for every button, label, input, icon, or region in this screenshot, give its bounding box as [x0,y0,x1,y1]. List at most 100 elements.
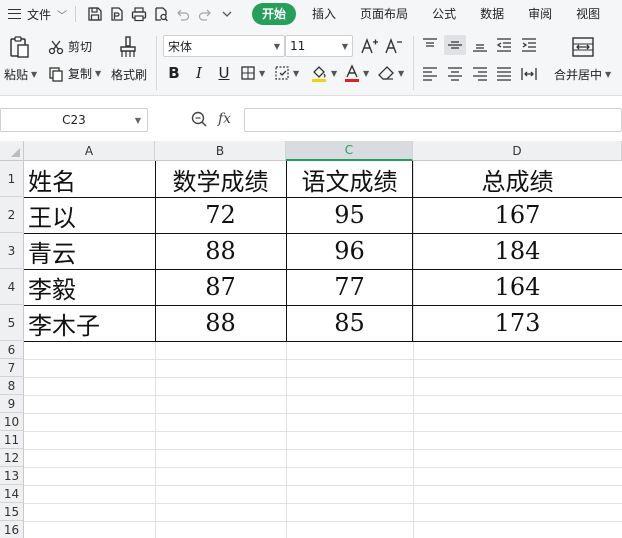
cut-button[interactable]: 剪切 [48,38,92,55]
name-box[interactable]: C23 ▼ [0,108,148,132]
row-header[interactable]: 16 [0,521,24,538]
increase-font-size-button[interactable] [359,35,381,57]
tab-page-layout[interactable]: 页面布局 [348,0,420,28]
align-top-button[interactable] [421,37,439,53]
paste-menu[interactable]: 粘贴 ▼ [4,66,37,83]
cell-a1[interactable]: 姓名 [24,161,155,197]
font-size-select[interactable]: 11 ▼ [285,35,353,57]
cell-d1[interactable]: 总成绩 [413,161,622,197]
fill-color-button[interactable]: ▼ [310,64,337,82]
gridline [24,485,622,486]
cell-d5[interactable]: 173 [413,305,622,341]
borders-button[interactable]: ▼ [240,65,265,81]
merge-center-label: 合并居中 [554,68,603,82]
row-header[interactable]: 12 [0,449,24,467]
ribbon-tabs: 开始 插入 页面布局 公式 数据 审阅 视图 [252,0,612,28]
zoom-icon[interactable] [190,110,208,128]
cell-a2[interactable]: 王以 [24,197,155,233]
cell-c4[interactable]: 77 [286,269,413,305]
tab-insert[interactable]: 插入 [300,0,348,28]
column-header-a[interactable]: A [24,141,155,161]
distributed-align-button[interactable] [520,66,538,82]
save-button[interactable] [84,3,106,25]
undo-button[interactable] [172,3,194,25]
row-header[interactable]: 7 [0,359,24,377]
tab-home[interactable]: 开始 [252,3,297,25]
cell-style-button[interactable]: ▼ [274,65,299,81]
format-painter-button[interactable] [118,34,140,60]
customize-toolbar-button[interactable] [216,3,238,25]
table-border [155,161,156,342]
cell-c5[interactable]: 85 [286,305,413,341]
ribbon-divider [156,36,157,90]
print-button[interactable] [128,3,150,25]
row-header[interactable]: 2 [0,197,24,233]
decrease-font-size-button[interactable] [383,35,405,57]
format-painter-label-wrap[interactable]: 格式刷 [111,66,147,83]
cell-c1[interactable]: 语文成绩 [286,161,413,197]
row-header[interactable]: 1 [0,161,24,197]
tab-view[interactable]: 视图 [564,0,612,28]
cell-d2[interactable]: 167 [413,197,622,233]
align-middle-button[interactable] [444,35,466,55]
formula-input[interactable] [244,108,622,132]
row-header[interactable]: 13 [0,467,24,485]
column-header-b[interactable]: B [155,141,286,161]
print-preview-button[interactable] [150,3,172,25]
row-header[interactable]: 15 [0,503,24,521]
row-header[interactable]: 4 [0,269,24,305]
row-header[interactable]: 14 [0,485,24,503]
font-name-select[interactable]: 宋体 ▼ [163,35,285,57]
cell-d4[interactable]: 164 [413,269,622,305]
tab-formulas[interactable]: 公式 [420,0,468,28]
gridline [24,395,622,396]
tab-review[interactable]: 审阅 [516,0,564,28]
font-color-button[interactable]: ▼ [344,64,369,82]
italic-button[interactable]: I [188,62,210,84]
file-menu[interactable]: 文件 ﹀ [0,0,67,28]
cell-a4[interactable]: 李毅 [24,269,155,305]
align-right-button[interactable] [471,66,489,82]
select-all-button[interactable] [0,141,24,161]
increase-indent-button[interactable] [520,37,538,53]
row-header[interactable]: 6 [0,341,24,359]
align-left-button[interactable] [421,66,439,82]
align-bottom-button[interactable] [471,37,489,53]
cell-c3[interactable]: 96 [286,233,413,269]
row-header[interactable]: 10 [0,413,24,431]
column-header-c[interactable]: C [286,141,413,161]
cell-b2[interactable]: 72 [155,197,286,233]
cell-b1[interactable]: 数学成绩 [155,161,286,197]
bold-button[interactable]: B [163,62,185,84]
cell-b5[interactable]: 88 [155,305,286,341]
table-border [24,233,622,234]
row-header[interactable]: 8 [0,377,24,395]
merge-center-button[interactable] [571,36,595,58]
cell-b4[interactable]: 87 [155,269,286,305]
align-center-button[interactable] [446,66,464,82]
cell-c2[interactable]: 95 [286,197,413,233]
row-header[interactable]: 3 [0,233,24,269]
row-header[interactable]: 5 [0,305,24,341]
row-header[interactable]: 9 [0,395,24,413]
redo-button[interactable] [194,3,216,25]
decrease-indent-button[interactable] [495,37,513,53]
cell-b3[interactable]: 88 [155,233,286,269]
insert-function-button[interactable]: fx [218,111,231,127]
cell-a3[interactable]: 青云 [24,233,155,269]
column-header-d[interactable]: D [413,141,622,161]
table-border [412,161,413,342]
export-pdf-button[interactable] [106,3,128,25]
gridline [24,503,622,504]
clear-format-button[interactable]: ▼ [377,65,404,81]
cell-d3[interactable]: 184 [413,233,622,269]
outdent-icon [496,38,511,52]
merge-center-menu[interactable]: 合并居中 ▼ [554,66,611,83]
justify-button[interactable] [495,66,513,82]
underline-button[interactable]: U [213,62,235,84]
copy-button[interactable]: 复制 ▼ [48,65,101,82]
tab-data[interactable]: 数据 [468,0,516,28]
row-header[interactable]: 11 [0,431,24,449]
cell-a5[interactable]: 李木子 [24,305,155,341]
paste-button[interactable] [8,34,32,60]
